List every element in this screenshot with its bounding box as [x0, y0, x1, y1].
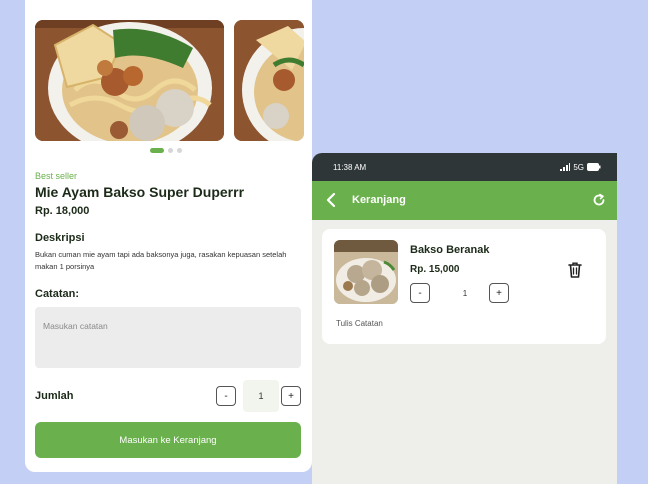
refresh-icon[interactable] — [592, 193, 606, 207]
product-photo[interactable] — [35, 20, 224, 141]
trash-icon[interactable] — [567, 261, 583, 279]
product-price: Rp. 18,000 — [35, 205, 90, 217]
cart-item-photo — [334, 240, 398, 304]
mie-ayam-photo — [35, 20, 224, 141]
carousel-dot[interactable] — [168, 148, 173, 153]
cart-item-name: Bakso Beranak — [410, 244, 490, 256]
note-input[interactable] — [35, 307, 301, 368]
best-seller-badge: Best seller — [35, 171, 78, 181]
screen-title: Keranjang — [352, 194, 406, 206]
cart-screen: 11:38 AM 5G Keranjang Bakso Beranak Rp. … — [312, 153, 617, 484]
decrease-quantity-button[interactable]: - — [216, 386, 236, 406]
carousel-dot-active[interactable] — [150, 148, 164, 153]
cart-decrease-button[interactable]: - — [410, 283, 430, 303]
cart-item-quantity: 1 — [462, 288, 468, 298]
carousel-indicator — [150, 148, 182, 153]
quantity-value: 1 — [243, 380, 279, 412]
next-product-photo[interactable] — [234, 20, 304, 141]
write-note-link[interactable]: Tulis Catatan — [336, 319, 383, 328]
bakso-photo — [334, 240, 398, 304]
app-bar: Keranjang — [312, 181, 617, 220]
increase-quantity-button[interactable]: + — [281, 386, 301, 406]
product-detail-panel: Best seller Mie Ayam Bakso Super Duperrr… — [25, 0, 312, 472]
cart-item-card: Bakso Beranak Rp. 15,000 - 1 + Tulis Cat… — [322, 229, 606, 344]
status-indicators: 5G — [560, 163, 601, 172]
cart-item-price: Rp. 15,000 — [410, 264, 460, 275]
description-text: Bukan cuman mie ayam tapi ada baksonya j… — [35, 250, 287, 271]
status-bar: 11:38 AM 5G — [312, 153, 617, 181]
status-time: 11:38 AM — [333, 162, 367, 172]
product-title: Mie Ayam Bakso Super Duperrr — [35, 184, 245, 200]
signal-icon — [560, 163, 571, 171]
mie-ayam-photo-2 — [234, 20, 304, 141]
cart-increase-button[interactable]: + — [489, 283, 509, 303]
carousel-dot[interactable] — [177, 148, 182, 153]
battery-icon — [587, 163, 601, 171]
note-heading: Catatan: — [35, 288, 80, 300]
chevron-left-icon[interactable] — [324, 192, 338, 208]
quantity-label: Jumlah — [35, 390, 74, 402]
description-heading: Deskripsi — [35, 232, 85, 244]
add-to-cart-button[interactable]: Masukan ke Keranjang — [35, 422, 301, 458]
network-label: 5G — [573, 162, 584, 172]
